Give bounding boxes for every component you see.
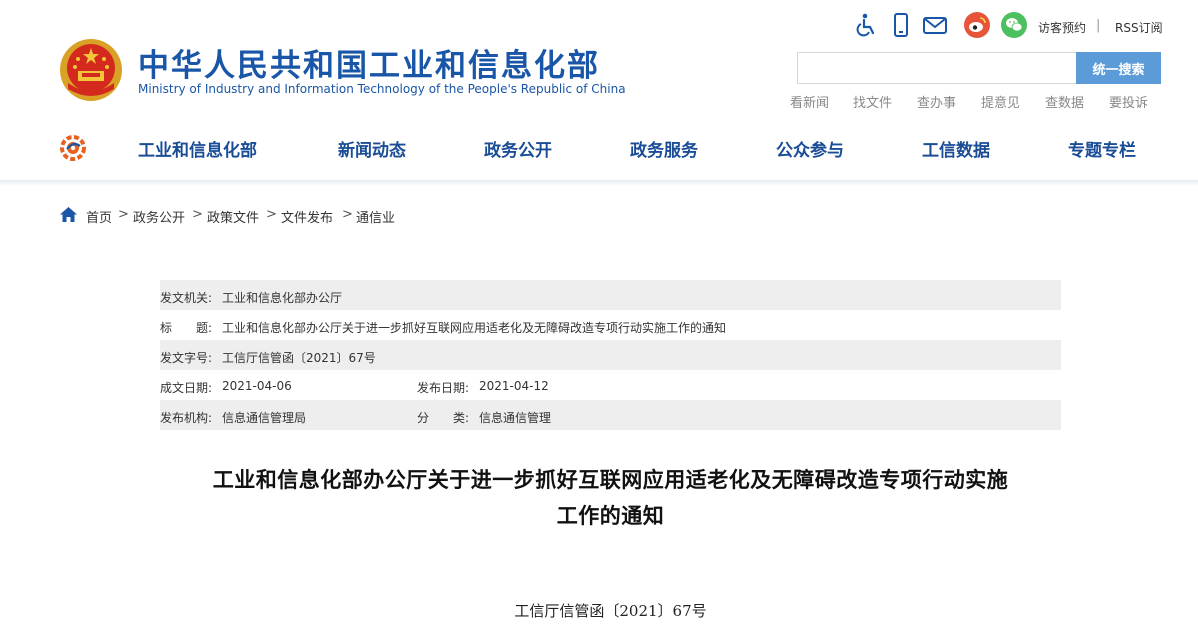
breadcrumb-separator: > bbox=[266, 207, 277, 222]
created-date-value: 2021-04-06 bbox=[222, 379, 292, 393]
breadcrumb-separator: > bbox=[118, 207, 129, 222]
quick-link-complaint[interactable]: 要投诉 bbox=[1109, 92, 1148, 111]
created-date-label: 成文日期: bbox=[160, 381, 213, 395]
mail-icon[interactable] bbox=[922, 12, 948, 38]
search-button[interactable]: 统一搜索 bbox=[1076, 52, 1161, 84]
info-row-docno: 发文字号: 工信厅信管函〔2021〕67号 bbox=[160, 340, 1061, 370]
info-row-issuer: 发文机关: 工业和信息化部办公厅 bbox=[160, 280, 1061, 310]
visitor-appointment-link[interactable]: 访客预约 bbox=[1038, 19, 1086, 36]
quick-link-services[interactable]: 查办事 bbox=[917, 92, 956, 111]
category-label: 分 类: bbox=[417, 411, 470, 425]
info-row-dates: 成文日期: 2021-04-06 发布日期: 2021-04-12 bbox=[160, 370, 1061, 400]
util-separator: | bbox=[1096, 18, 1101, 33]
accessibility-icon[interactable] bbox=[852, 12, 878, 38]
site-title[interactable]: 中华人民共和国工业和信息化部 bbox=[138, 40, 600, 85]
national-emblem-icon bbox=[60, 39, 122, 101]
issuer-value: 工业和信息化部办公厅 bbox=[222, 291, 343, 305]
breadcrumb-file-release[interactable]: 文件发布 bbox=[281, 207, 333, 226]
wechat-icon[interactable] bbox=[1001, 12, 1027, 38]
breadcrumb-policy-docs[interactable]: 政策文件 bbox=[207, 207, 259, 226]
quick-links: 看新闻 找文件 查办事 提意见 查数据 要投诉 bbox=[788, 92, 1168, 112]
breadcrumb-gov-affairs[interactable]: 政务公开 bbox=[133, 207, 185, 226]
document-info-table: 发文机关: 工业和信息化部办公厅 标 题: 工业和信息化部办公厅关于进一步抓好互… bbox=[160, 280, 1061, 430]
published-date-label: 发布日期: bbox=[417, 381, 470, 395]
docno-label: 发文字号: bbox=[160, 351, 213, 365]
rss-link[interactable]: RSS订阅 bbox=[1115, 19, 1163, 36]
breadcrumb-separator: > bbox=[192, 207, 203, 222]
quick-link-files[interactable]: 找文件 bbox=[853, 92, 892, 111]
main-nav: 工业和信息化部 新闻动态 政务公开 政务服务 公众参与 工信数据 专题专栏 bbox=[0, 128, 1198, 168]
title-label: 标 题: bbox=[160, 321, 213, 335]
nav-item-gov-services[interactable]: 政务服务 bbox=[630, 136, 698, 161]
article-title-line: 工作的通知 bbox=[556, 504, 665, 528]
breadcrumb-home[interactable]: 首页 bbox=[86, 207, 112, 226]
published-date-value: 2021-04-12 bbox=[479, 379, 549, 393]
weibo-icon[interactable] bbox=[964, 12, 990, 38]
nav-item-participation[interactable]: 公众参与 bbox=[776, 136, 844, 161]
utility-bar: 访客预约 | RSS订阅 bbox=[852, 12, 1172, 40]
article-title: 工业和信息化部办公厅关于进一步抓好互联网应用适老化及无障碍改造专项行动实施 工作… bbox=[160, 462, 1061, 534]
article-doc-number: 工信厅信管函〔2021〕67号 bbox=[514, 602, 707, 620]
search-input[interactable] bbox=[797, 52, 1077, 84]
category-value: 信息通信管理 bbox=[479, 411, 552, 425]
home-icon[interactable] bbox=[60, 207, 77, 222]
nav-item-gov-affairs[interactable]: 政务公开 bbox=[484, 136, 552, 161]
agency-label: 发布机构: bbox=[160, 411, 213, 425]
agency-value: 信息通信管理局 bbox=[222, 411, 307, 425]
nav-item-ministry[interactable]: 工业和信息化部 bbox=[138, 136, 257, 161]
breadcrumb-telecom[interactable]: 通信业 bbox=[356, 207, 395, 226]
article-title-line: 工业和信息化部办公厅关于进一步抓好互联网应用适老化及无障碍改造专项行动实施 bbox=[212, 468, 1009, 492]
nav-item-news[interactable]: 新闻动态 bbox=[338, 136, 406, 161]
nav-item-topics[interactable]: 专题专栏 bbox=[1068, 136, 1136, 161]
mobile-icon[interactable] bbox=[888, 12, 914, 38]
nav-item-data[interactable]: 工信数据 bbox=[922, 136, 990, 161]
breadcrumb-separator: > bbox=[342, 207, 353, 222]
quick-link-news[interactable]: 看新闻 bbox=[790, 92, 829, 111]
info-row-agency: 发布机构: 信息通信管理局 分 类: 信息通信管理 bbox=[160, 400, 1061, 430]
issuer-label: 发文机关: bbox=[160, 291, 213, 305]
info-row-title: 标 题: 工业和信息化部办公厅关于进一步抓好互联网应用适老化及无障碍改造专项行动… bbox=[160, 310, 1061, 340]
site-subtitle: Ministry of Industry and Information Tec… bbox=[138, 82, 626, 96]
docno-value: 工信厅信管函〔2021〕67号 bbox=[222, 351, 376, 365]
site-header: 中华人民共和国工业和信息化部 Ministry of Industry and … bbox=[0, 0, 1198, 182]
quick-link-feedback[interactable]: 提意见 bbox=[981, 92, 1020, 111]
quick-link-data[interactable]: 查数据 bbox=[1045, 92, 1084, 111]
header-divider bbox=[0, 180, 1198, 186]
title-value: 工业和信息化部办公厅关于进一步抓好互联网应用适老化及无障碍改造专项行动实施工作的… bbox=[222, 321, 727, 335]
